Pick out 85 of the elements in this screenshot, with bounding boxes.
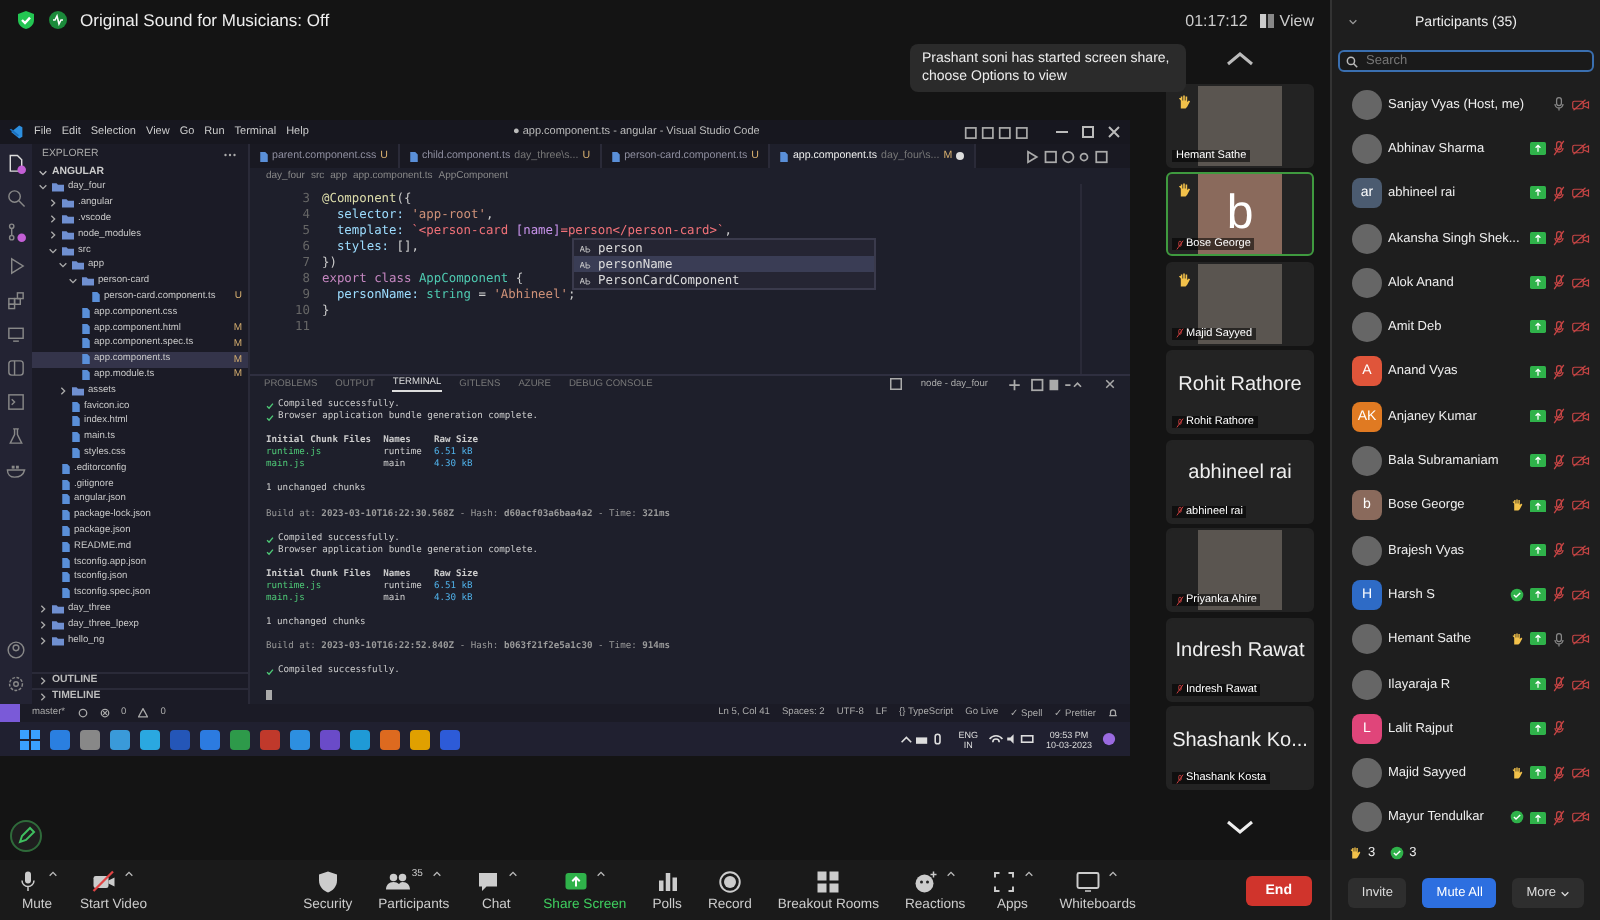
avatar-placeholder [1352, 758, 1382, 789]
terminal-icon[interactable] [6, 392, 26, 412]
chat-bubble-icon [475, 869, 500, 893]
word-icon [580, 275, 592, 285]
branch-icon[interactable] [6, 222, 26, 242]
sidebar-icon[interactable] [6, 358, 26, 378]
layout-icons[interactable] [964, 125, 1032, 139]
more-dots-icon[interactable] [222, 151, 238, 157]
caret-up-icon[interactable] [595, 869, 606, 877]
caret-up-icon[interactable] [431, 869, 442, 877]
avatar-placeholder [1352, 802, 1382, 833]
video-off-icon [92, 869, 117, 893]
grid-icon [1259, 13, 1274, 27]
check-circle-icon [1389, 846, 1404, 861]
sync-icon[interactable] [77, 708, 88, 718]
bar-chart-icon [655, 869, 680, 893]
chevron-down-icon [38, 167, 48, 177]
chevron-up-icon[interactable] [1224, 50, 1256, 66]
network-volume-battery-icons[interactable] [987, 732, 1036, 746]
participant-display-name: Shashank Ko... [1172, 729, 1308, 751]
caret-up-icon[interactable] [1023, 869, 1034, 877]
audio-status-text: Original Sound for Musicians: Off [80, 10, 330, 30]
avatar-placeholder [1352, 89, 1382, 120]
avatar-placeholder [1352, 669, 1382, 699]
avatar-placeholder [1352, 223, 1382, 254]
run-debug-icon[interactable] [6, 256, 26, 276]
participant-display-name: abhineel rai [1188, 462, 1292, 484]
avatar-placeholder [1352, 624, 1382, 655]
avatar-placeholder [1352, 446, 1382, 477]
participant-display-name: Indresh Rawat [1175, 640, 1305, 662]
maximize-icon[interactable] [1080, 124, 1096, 140]
monitor-icon[interactable] [6, 324, 26, 344]
smiley-icon [914, 869, 939, 893]
caret-up-icon[interactable] [1108, 869, 1119, 877]
close-icon[interactable] [1104, 378, 1116, 390]
avatar-placeholder [1352, 267, 1382, 298]
avatar-placeholder [1352, 535, 1382, 566]
search-icon[interactable] [6, 188, 26, 208]
notification-icon[interactable] [1102, 732, 1116, 746]
caret-up-icon[interactable] [48, 869, 58, 877]
whiteboard-icon [1076, 869, 1101, 893]
terminal-action-icons[interactable] [1006, 377, 1086, 391]
bell-icon[interactable] [1108, 708, 1118, 718]
search-icon [1346, 56, 1358, 68]
microphone-icon [16, 869, 40, 893]
annotate-pencil-icon[interactable] [10, 820, 42, 852]
flask-icon[interactable] [6, 426, 26, 446]
file-icon [409, 151, 418, 161]
people-icon [385, 869, 410, 893]
word-icon [580, 259, 592, 269]
view-button[interactable]: View [1259, 11, 1314, 29]
file-icon [612, 151, 621, 161]
text-cursor [266, 690, 272, 701]
shield-icon [315, 869, 340, 893]
settings-icon[interactable] [6, 674, 26, 694]
chevron-down-icon[interactable] [1224, 819, 1256, 835]
folder-icon [72, 385, 84, 396]
error-icon [99, 708, 110, 718]
file-icon [260, 151, 268, 161]
close-icon[interactable] [1106, 124, 1122, 140]
avatar-placeholder [1352, 312, 1382, 343]
vscode-logo-icon [8, 124, 24, 140]
extensions-icon[interactable] [6, 290, 26, 310]
start-icon[interactable] [20, 729, 40, 749]
files-icon[interactable] [6, 154, 26, 174]
participant-display-name: Rohit Rathore [1178, 373, 1302, 395]
warning-icon [138, 708, 149, 718]
account-icon[interactable] [6, 640, 26, 660]
security-shield-icon [16, 10, 36, 30]
avatar-placeholder [1352, 133, 1382, 164]
caret-up-icon[interactable] [507, 869, 518, 877]
file-icon [780, 151, 789, 161]
audio-wave-icon [48, 10, 68, 30]
apps-icon [991, 869, 1016, 893]
caret-up-icon[interactable] [946, 869, 957, 877]
meeting-timer: 01:17:12 [1185, 11, 1248, 29]
terminal-icon [890, 378, 903, 390]
caret-up-icon[interactable] [124, 869, 135, 877]
raised-hand-icon [1348, 846, 1362, 861]
word-icon [580, 243, 592, 253]
collapse-chevron-icon[interactable] [1348, 18, 1358, 26]
docker-icon[interactable] [6, 460, 26, 480]
record-icon [717, 869, 742, 893]
check-icon [266, 668, 274, 677]
grid-icon [816, 869, 841, 893]
